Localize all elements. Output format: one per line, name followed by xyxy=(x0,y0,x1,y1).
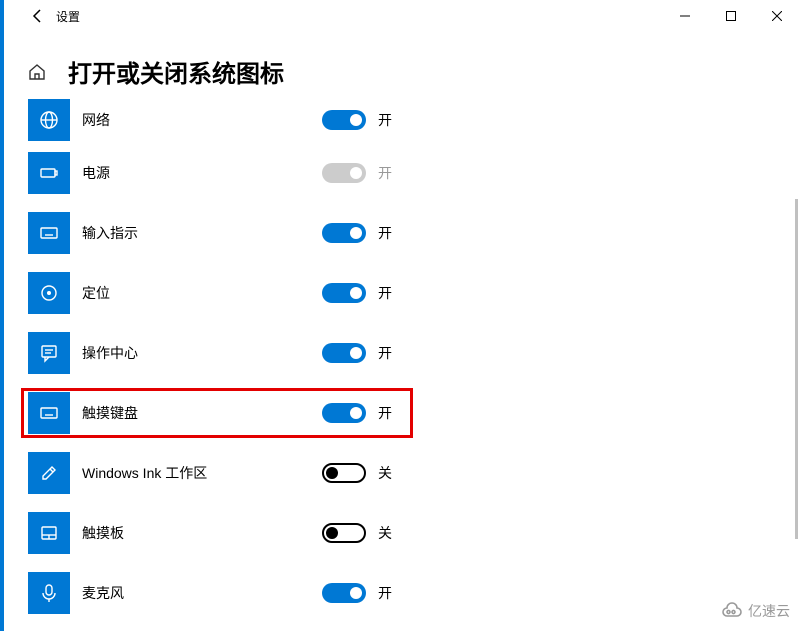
setting-label: 网络 xyxy=(82,110,110,130)
toggle-state-label: 开 xyxy=(378,403,392,423)
battery-icon xyxy=(39,163,59,183)
toggle-knob xyxy=(350,407,362,419)
title-bar: 设置 xyxy=(4,0,800,32)
setting-label: 触摸板 xyxy=(82,523,124,543)
toggle-wrap: 开 xyxy=(322,110,392,130)
watermark-text: 亿速云 xyxy=(748,601,790,621)
keyboard-icon xyxy=(39,223,59,243)
mic-icon xyxy=(39,583,59,603)
globe-icon xyxy=(39,110,59,130)
toggle-knob xyxy=(350,227,362,239)
touchpad-icon xyxy=(39,523,59,543)
setting-row-action: 操作中心 开 xyxy=(28,323,800,383)
toggle-input[interactable] xyxy=(322,223,366,243)
toggle-mic[interactable] xyxy=(322,583,366,603)
minimize-icon xyxy=(680,11,690,21)
toggle-wrap: 开 xyxy=(322,343,392,363)
cloud-icon xyxy=(720,602,744,620)
settings-list: 网络开电源开输入指示开定位开操作中心开触摸键盘开Windows Ink 工作区关… xyxy=(4,95,800,623)
setting-row-input: 输入指示 开 xyxy=(28,203,800,263)
mic-icon-tile xyxy=(28,572,70,614)
toggle-touchpad[interactable] xyxy=(322,523,366,543)
setting-label: 操作中心 xyxy=(82,343,138,363)
minimize-button[interactable] xyxy=(662,0,708,32)
toggle-state-label: 开 xyxy=(378,343,392,363)
toggle-wrap: 开 xyxy=(322,223,392,243)
toggle-wrap: 关 xyxy=(322,463,392,483)
back-button[interactable] xyxy=(4,0,52,32)
toggle-power xyxy=(322,163,366,183)
window-controls xyxy=(662,0,800,32)
toggle-state-label: 关 xyxy=(378,523,392,543)
toggle-knob xyxy=(326,467,338,479)
close-button[interactable] xyxy=(754,0,800,32)
toggle-touchkb[interactable] xyxy=(322,403,366,423)
toggle-location[interactable] xyxy=(322,283,366,303)
home-icon[interactable] xyxy=(28,63,46,81)
setting-row-network: 网络 开 xyxy=(28,97,800,143)
toggle-knob xyxy=(326,527,338,539)
setting-label: 触摸键盘 xyxy=(82,403,138,423)
toggle-wrap: 关 xyxy=(322,523,392,543)
toggle-action[interactable] xyxy=(322,343,366,363)
setting-row-touchpad: 触摸板 关 xyxy=(28,503,800,563)
toggle-knob xyxy=(350,114,362,126)
pen-icon xyxy=(39,463,59,483)
maximize-icon xyxy=(726,11,736,21)
setting-label: 输入指示 xyxy=(82,223,138,243)
pen-icon-tile xyxy=(28,452,70,494)
toggle-network[interactable] xyxy=(322,110,366,130)
message-icon-tile xyxy=(28,332,70,374)
toggle-wrap: 开 xyxy=(322,583,392,603)
close-icon xyxy=(772,11,782,21)
setting-label: 麦克风 xyxy=(82,583,124,603)
page-title: 打开或关闭系统图标 xyxy=(68,54,284,89)
back-arrow-icon xyxy=(30,8,46,24)
window-title: 设置 xyxy=(56,8,80,25)
toggle-state-label: 开 xyxy=(378,283,392,303)
setting-label: Windows Ink 工作区 xyxy=(82,463,207,483)
message-icon xyxy=(39,343,59,363)
setting-row-location: 定位 开 xyxy=(28,263,800,323)
toggle-knob xyxy=(350,347,362,359)
setting-row-power: 电源 开 xyxy=(28,143,800,203)
setting-label: 电源 xyxy=(82,163,110,183)
watermark: 亿速云 xyxy=(720,601,790,621)
setting-label: 定位 xyxy=(82,283,110,303)
globe-icon-tile xyxy=(28,99,70,141)
target-icon xyxy=(39,283,59,303)
keyboard-icon xyxy=(39,403,59,423)
toggle-knob xyxy=(350,167,362,179)
battery-icon-tile xyxy=(28,152,70,194)
scrollbar[interactable] xyxy=(795,199,798,539)
toggle-knob xyxy=(350,287,362,299)
toggle-state-label: 开 xyxy=(378,223,392,243)
setting-row-ink: Windows Ink 工作区 关 xyxy=(28,443,800,503)
setting-row-touchkb: 触摸键盘 开 xyxy=(28,383,800,443)
toggle-wrap: 开 xyxy=(322,283,392,303)
setting-row-mic: 麦克风 开 xyxy=(28,563,800,623)
keyboard-icon-tile xyxy=(28,392,70,434)
maximize-button[interactable] xyxy=(708,0,754,32)
keyboard-icon-tile xyxy=(28,212,70,254)
toggle-knob xyxy=(350,587,362,599)
touchpad-icon-tile xyxy=(28,512,70,554)
toggle-state-label: 开 xyxy=(378,163,392,183)
toggle-ink[interactable] xyxy=(322,463,366,483)
toggle-wrap: 开 xyxy=(322,163,392,183)
toggle-wrap: 开 xyxy=(322,403,392,423)
target-icon-tile xyxy=(28,272,70,314)
page-header: 打开或关闭系统图标 xyxy=(4,54,800,89)
toggle-state-label: 开 xyxy=(378,110,392,130)
toggle-state-label: 关 xyxy=(378,463,392,483)
toggle-state-label: 开 xyxy=(378,583,392,603)
